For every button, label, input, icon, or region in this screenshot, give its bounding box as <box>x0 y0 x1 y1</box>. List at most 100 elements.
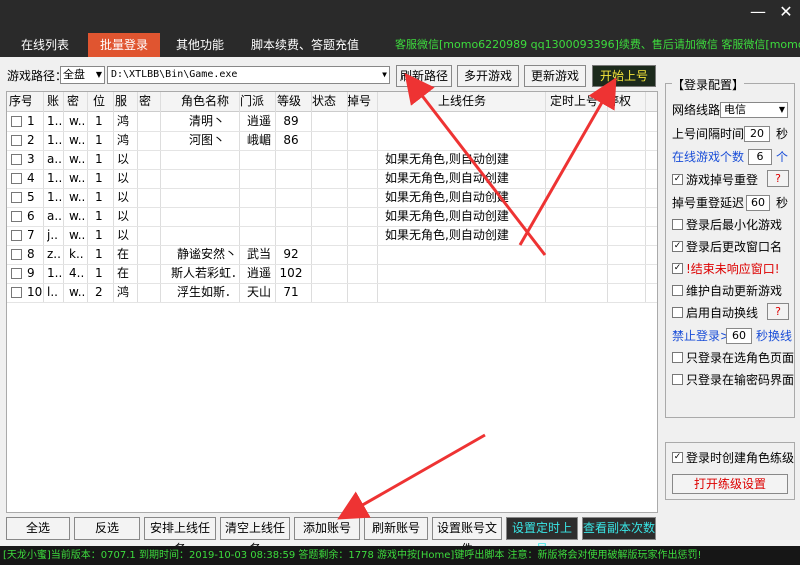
table-cell <box>550 131 605 150</box>
table-row[interactable]: 6 a.. w.. 1 以 如果无角色,则自动创建 <box>7 207 657 226</box>
row-checkbox[interactable] <box>11 116 22 127</box>
column-header[interactable]: 定时上号 <box>550 92 605 111</box>
table-cell: 如果无角色,则自动创建 <box>385 171 509 185</box>
timed-login-button[interactable]: 设置定时上号 <box>506 517 578 556</box>
update-game-button[interactable]: 更新游戏 <box>524 65 586 87</box>
interval-input[interactable]: 20 <box>744 126 770 142</box>
table-header: 序号账密位服密角色名称 门派 等级 状态 掉号 上线任务 定时上号 停权 <box>7 92 657 112</box>
account-table[interactable]: 序号账密位服密角色名称 门派 等级 状态 掉号 上线任务 定时上号 停权 1 1.. w.. 1 鸿清… <box>6 91 658 513</box>
table-cell <box>312 169 342 188</box>
column-header[interactable]: 密 <box>139 92 153 111</box>
account-file-button[interactable]: 设置账号文件 <box>432 517 502 556</box>
row-checkbox[interactable] <box>11 173 22 184</box>
table-row[interactable]: 9 1.. 4.. 1 在 斯人若彩虹． 逍遥 102 <box>7 264 657 283</box>
rename-checkbox[interactable]: ✓ <box>672 241 683 252</box>
chevron-down-icon: ▼ <box>778 105 785 114</box>
table-cell <box>140 150 154 169</box>
level-group: ✓ 登录时创建角色练级 打开练级设置 <box>665 442 795 500</box>
kill-unresponsive-row[interactable]: ✓ !结束未响应窗口! <box>672 260 780 278</box>
relogin-help-button[interactable]: ? <box>767 170 789 187</box>
tab-online-list[interactable]: 在线列表 <box>10 33 80 57</box>
column-header[interactable]: 掉号 <box>347 92 377 111</box>
table-cell <box>243 169 275 188</box>
online-count-input[interactable]: 6 <box>748 149 772 165</box>
view-dungeon-button[interactable]: 查看副本次数 <box>582 517 656 540</box>
refresh-account-button[interactable]: 刷新账号 <box>364 517 428 540</box>
table-cell <box>312 245 342 264</box>
table-row[interactable]: 8 z.. k.. 1 在 静谧安然丶 武当 92 <box>7 245 657 264</box>
create-level-row[interactable]: ✓ 登录时创建角色练级 <box>672 449 794 467</box>
table-cell: a.. <box>47 152 62 166</box>
select-all-button[interactable]: 全选 <box>6 517 70 540</box>
table-row[interactable]: 2 1.. w.. 1 鸿 河图丶 峨嵋 86 <box>7 131 657 150</box>
tab-batch-login[interactable]: 批量登录 <box>88 33 160 57</box>
open-level-settings-button[interactable]: 打开练级设置 <box>672 474 788 494</box>
drive-select[interactable]: 全盘 ▼ <box>60 66 105 84</box>
column-header[interactable]: 等级 <box>277 92 307 111</box>
table-cell <box>243 226 275 245</box>
relogin-delay-input[interactable]: 60 <box>746 195 770 211</box>
clear-tasks-button[interactable]: 清空上线任务 <box>220 517 290 556</box>
auto-update-row[interactable]: 维护自动更新游戏 <box>672 282 782 300</box>
column-header[interactable]: 停权 <box>607 92 637 111</box>
tab-other-functions[interactable]: 其他功能 <box>165 33 235 57</box>
kill-unresponsive-checkbox[interactable]: ✓ <box>672 263 683 274</box>
start-login-button[interactable]: 开始上号 <box>592 65 656 87</box>
column-header[interactable]: 序号 <box>9 92 31 111</box>
relogin-row[interactable]: ✓ 游戏掉号重登 <box>672 171 758 189</box>
column-header[interactable]: 位 <box>93 92 107 111</box>
row-checkbox[interactable] <box>11 154 22 165</box>
multi-open-button[interactable]: 多开游戏 <box>457 65 519 87</box>
auto-switch-row[interactable]: 启用自动换线 <box>672 304 758 322</box>
network-select[interactable]: 电信 ▼ <box>720 102 788 118</box>
auto-switch-checkbox[interactable] <box>672 307 683 318</box>
auto-update-checkbox[interactable] <box>672 285 683 296</box>
table-cell <box>312 226 342 245</box>
row-checkbox[interactable] <box>11 135 22 146</box>
column-header[interactable]: 服 <box>115 92 133 111</box>
game-path-value: D:\XTLBB\Bin\Game.exe <box>111 69 238 80</box>
table-cell: 6 <box>27 209 35 223</box>
minimize-button[interactable]: — <box>748 2 768 21</box>
column-header[interactable]: 门派 <box>240 92 272 111</box>
ban-input[interactable]: 60 <box>726 328 752 344</box>
only-char-page-checkbox[interactable] <box>672 352 683 363</box>
row-checkbox[interactable] <box>11 192 22 203</box>
table-row[interactable]: 3 a.. w.. 1 以 如果无角色,则自动创建 <box>7 150 657 169</box>
table-cell <box>347 283 377 302</box>
contact-marquee: 客服微信[momo6220989 qq1300093396]续费、售后请加微信 … <box>395 38 800 51</box>
only-pwd-page-checkbox[interactable] <box>672 374 683 385</box>
arrange-tasks-button[interactable]: 安排上线任务 <box>144 517 216 556</box>
table-row[interactable]: 5 1.. w.. 1 以 如果无角色,则自动创建 <box>7 188 657 207</box>
create-level-checkbox[interactable]: ✓ <box>672 452 683 463</box>
refresh-path-button[interactable]: 刷新路径 <box>396 65 452 87</box>
minimize-checkbox[interactable] <box>672 219 683 230</box>
row-checkbox[interactable] <box>11 287 22 298</box>
column-header[interactable]: 账 <box>47 92 61 111</box>
column-header[interactable]: 密 <box>67 92 81 111</box>
only-char-page-row[interactable]: 只登录在选角色页面 <box>672 349 794 367</box>
table-row[interactable]: 4 1.. w.. 1 以 如果无角色,则自动创建 <box>7 169 657 188</box>
table-row[interactable]: 1 1.. w.. 1 鸿清明丶 逍遥 89 <box>7 112 657 131</box>
invert-selection-button[interactable]: 反选 <box>74 517 140 540</box>
tab-renewal[interactable]: 脚本续费、答题充值 <box>245 33 365 57</box>
row-checkbox[interactable] <box>11 211 22 222</box>
table-row[interactable]: 10 l.. w.. 2 鸿 浮生如斯． 天山 71 <box>7 283 657 302</box>
game-path-input[interactable]: D:\XTLBB\Bin\Game.exe ▼ <box>107 66 390 84</box>
add-account-button[interactable]: 添加账号 <box>294 517 360 540</box>
row-checkbox[interactable] <box>11 249 22 260</box>
row-checkbox[interactable] <box>11 230 22 241</box>
column-header[interactable]: 角色名称 <box>165 92 245 111</box>
rename-row[interactable]: ✓ 登录后更改窗口名 <box>672 238 782 256</box>
only-pwd-page-row[interactable]: 只登录在输密码界面 <box>672 371 794 389</box>
table-cell: 1 <box>95 190 103 204</box>
relogin-checkbox[interactable]: ✓ <box>672 174 683 185</box>
auto-switch-help-button[interactable]: ? <box>767 303 789 320</box>
row-checkbox[interactable] <box>11 268 22 279</box>
table-cell <box>167 150 247 169</box>
table-row[interactable]: 7 j.. w.. 1 以 如果无角色,则自动创建 <box>7 226 657 245</box>
close-button[interactable]: ✕ <box>776 2 796 21</box>
column-header[interactable]: 状态 <box>312 92 342 111</box>
column-header[interactable]: 上线任务 <box>377 92 547 111</box>
minimize-row[interactable]: 登录后最小化游戏 <box>672 216 782 234</box>
